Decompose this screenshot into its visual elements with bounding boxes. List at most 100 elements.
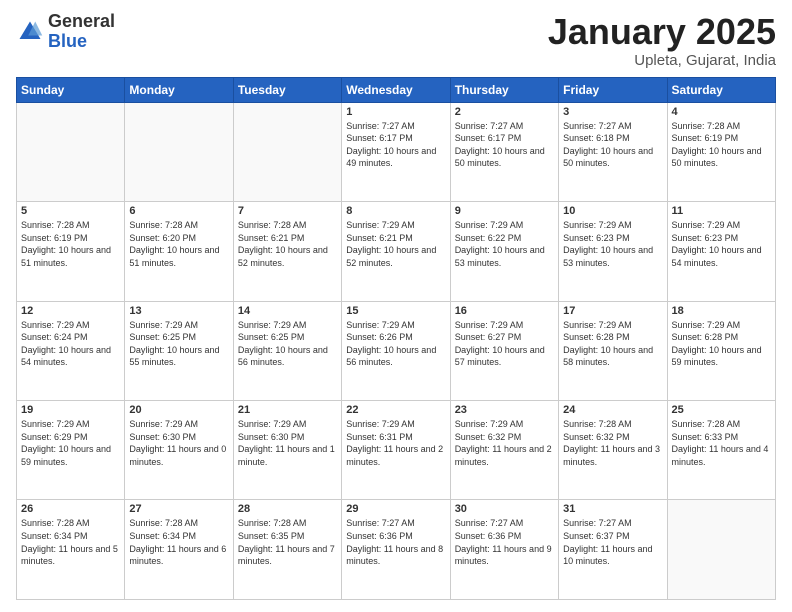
day-number: 17 (563, 305, 662, 317)
calendar-cell-1-0: 5 Sunrise: 7:28 AM Sunset: 6:19 PM Daylig… (17, 202, 125, 301)
day-number: 29 (346, 503, 445, 515)
day-info: Sunrise: 7:29 AM Sunset: 6:26 PM Dayligh… (346, 319, 445, 369)
logo-icon (16, 18, 44, 46)
calendar-cell-0-5: 3 Sunrise: 7:27 AM Sunset: 6:18 PM Daylig… (559, 102, 667, 201)
day-info: Sunrise: 7:29 AM Sunset: 6:23 PM Dayligh… (563, 219, 662, 269)
day-number: 28 (238, 503, 337, 515)
header-friday: Friday (559, 77, 667, 102)
day-info: Sunrise: 7:28 AM Sunset: 6:19 PM Dayligh… (21, 219, 120, 269)
day-number: 23 (455, 404, 554, 416)
day-info: Sunrise: 7:27 AM Sunset: 6:36 PM Dayligh… (346, 517, 445, 567)
day-info: Sunrise: 7:29 AM Sunset: 6:29 PM Dayligh… (21, 418, 120, 468)
calendar-cell-1-5: 10Sunrise: 7:29 AM Sunset: 6:23 PM Dayli… (559, 202, 667, 301)
title-location: Upleta, Gujarat, India (548, 52, 776, 69)
calendar-cell-4-0: 26 Sunrise: 7:28 AM Sunset: 6:34 PM Dayli… (17, 500, 125, 600)
header-monday: Monday (125, 77, 233, 102)
calendar-cell-3-3: 22Sunrise: 7:29 AM Sunset: 6:31 PM Dayli… (342, 401, 450, 500)
calendar-cell-4-1: 27Sunrise: 7:28 AM Sunset: 6:34 PM Dayli… (125, 500, 233, 600)
day-number: 20 (129, 404, 228, 416)
calendar-cell-3-2: 21Sunrise: 7:29 AM Sunset: 6:30 PM Dayli… (233, 401, 341, 500)
calendar-cell-2-2: 14Sunrise: 7:29 AM Sunset: 6:25 PM Dayli… (233, 301, 341, 400)
day-number: 11 (672, 205, 771, 217)
calendar-cell-2-4: 16 Sunrise: 7:29 AM Sunset: 6:27 PM Dayli… (450, 301, 558, 400)
day-number: 6 (129, 205, 228, 217)
title-month: January 2025 (548, 12, 776, 52)
week-row-1: 5 Sunrise: 7:28 AM Sunset: 6:19 PM Daylig… (17, 202, 776, 301)
calendar-cell-2-3: 15 Sunrise: 7:29 AM Sunset: 6:26 PM Dayli… (342, 301, 450, 400)
calendar-header-row: Sunday Monday Tuesday Wednesday Thursday… (17, 77, 776, 102)
calendar-cell-2-5: 17 Sunrise: 7:29 AM Sunset: 6:28 PM Dayli… (559, 301, 667, 400)
week-row-2: 12 Sunrise: 7:29 AM Sunset: 6:24 PM Dayli… (17, 301, 776, 400)
day-info: Sunrise: 7:28 AM Sunset: 6:33 PM Dayligh… (672, 418, 771, 468)
week-row-0: 1 Sunrise: 7:27 AM Sunset: 6:17 PM Daylig… (17, 102, 776, 201)
calendar-cell-2-0: 12 Sunrise: 7:29 AM Sunset: 6:24 PM Dayli… (17, 301, 125, 400)
header-wednesday: Wednesday (342, 77, 450, 102)
day-number: 25 (672, 404, 771, 416)
day-number: 12 (21, 305, 120, 317)
day-info: Sunrise: 7:29 AM Sunset: 6:24 PM Dayligh… (21, 319, 120, 369)
day-info: Sunrise: 7:29 AM Sunset: 6:28 PM Dayligh… (563, 319, 662, 369)
day-info: Sunrise: 7:28 AM Sunset: 6:32 PM Dayligh… (563, 418, 662, 468)
calendar-cell-1-3: 8Sunrise: 7:29 AM Sunset: 6:21 PM Daylig… (342, 202, 450, 301)
logo-blue-text: Blue (48, 32, 115, 52)
calendar-cell-0-6: 4 Sunrise: 7:28 AM Sunset: 6:19 PM Daylig… (667, 102, 775, 201)
day-number: 9 (455, 205, 554, 217)
day-info: Sunrise: 7:28 AM Sunset: 6:20 PM Dayligh… (129, 219, 228, 269)
header-sunday: Sunday (17, 77, 125, 102)
calendar-cell-4-3: 29 Sunrise: 7:27 AM Sunset: 6:36 PM Dayli… (342, 500, 450, 600)
day-number: 26 (21, 503, 120, 515)
week-row-3: 19 Sunrise: 7:29 AM Sunset: 6:29 PM Dayli… (17, 401, 776, 500)
day-number: 1 (346, 106, 445, 118)
header-saturday: Saturday (667, 77, 775, 102)
day-info: Sunrise: 7:27 AM Sunset: 6:37 PM Dayligh… (563, 517, 662, 567)
day-number: 4 (672, 106, 771, 118)
calendar-cell-3-4: 23 Sunrise: 7:29 AM Sunset: 6:32 PM Dayli… (450, 401, 558, 500)
day-info: Sunrise: 7:27 AM Sunset: 6:18 PM Dayligh… (563, 120, 662, 170)
day-number: 24 (563, 404, 662, 416)
calendar-table: Sunday Monday Tuesday Wednesday Thursday… (16, 77, 776, 600)
day-info: Sunrise: 7:28 AM Sunset: 6:34 PM Dayligh… (129, 517, 228, 567)
logo-text: General Blue (48, 12, 115, 52)
day-info: Sunrise: 7:29 AM Sunset: 6:30 PM Dayligh… (129, 418, 228, 468)
day-info: Sunrise: 7:28 AM Sunset: 6:19 PM Dayligh… (672, 120, 771, 170)
day-info: Sunrise: 7:29 AM Sunset: 6:22 PM Dayligh… (455, 219, 554, 269)
calendar-cell-3-0: 19 Sunrise: 7:29 AM Sunset: 6:29 PM Dayli… (17, 401, 125, 500)
calendar-cell-1-1: 6 Sunrise: 7:28 AM Sunset: 6:20 PM Daylig… (125, 202, 233, 301)
calendar-cell-2-6: 18 Sunrise: 7:29 AM Sunset: 6:28 PM Dayli… (667, 301, 775, 400)
day-info: Sunrise: 7:29 AM Sunset: 6:23 PM Dayligh… (672, 219, 771, 269)
calendar-cell-3-5: 24 Sunrise: 7:28 AM Sunset: 6:32 PM Dayli… (559, 401, 667, 500)
calendar-cell-1-4: 9 Sunrise: 7:29 AM Sunset: 6:22 PM Daylig… (450, 202, 558, 301)
day-number: 18 (672, 305, 771, 317)
calendar-cell-0-0 (17, 102, 125, 201)
day-number: 21 (238, 404, 337, 416)
day-info: Sunrise: 7:28 AM Sunset: 6:34 PM Dayligh… (21, 517, 120, 567)
calendar-cell-0-4: 2Sunrise: 7:27 AM Sunset: 6:17 PM Daylig… (450, 102, 558, 201)
week-row-4: 26 Sunrise: 7:28 AM Sunset: 6:34 PM Dayli… (17, 500, 776, 600)
day-info: Sunrise: 7:29 AM Sunset: 6:21 PM Dayligh… (346, 219, 445, 269)
calendar-cell-3-6: 25 Sunrise: 7:28 AM Sunset: 6:33 PM Dayli… (667, 401, 775, 500)
day-info: Sunrise: 7:27 AM Sunset: 6:17 PM Dayligh… (455, 120, 554, 170)
day-number: 16 (455, 305, 554, 317)
day-number: 7 (238, 205, 337, 217)
calendar-cell-4-6 (667, 500, 775, 600)
page: General Blue January 2025 Upleta, Gujara… (0, 0, 792, 612)
day-number: 3 (563, 106, 662, 118)
day-number: 13 (129, 305, 228, 317)
day-info: Sunrise: 7:29 AM Sunset: 6:25 PM Dayligh… (129, 319, 228, 369)
calendar-cell-4-2: 28Sunrise: 7:28 AM Sunset: 6:35 PM Dayli… (233, 500, 341, 600)
title-block: January 2025 Upleta, Gujarat, India (548, 12, 776, 69)
day-number: 30 (455, 503, 554, 515)
day-number: 15 (346, 305, 445, 317)
day-info: Sunrise: 7:27 AM Sunset: 6:17 PM Dayligh… (346, 120, 445, 170)
calendar-cell-1-6: 11 Sunrise: 7:29 AM Sunset: 6:23 PM Dayli… (667, 202, 775, 301)
day-info: Sunrise: 7:29 AM Sunset: 6:27 PM Dayligh… (455, 319, 554, 369)
day-info: Sunrise: 7:29 AM Sunset: 6:28 PM Dayligh… (672, 319, 771, 369)
day-number: 31 (563, 503, 662, 515)
calendar-cell-2-1: 13 Sunrise: 7:29 AM Sunset: 6:25 PM Dayli… (125, 301, 233, 400)
day-number: 19 (21, 404, 120, 416)
calendar-cell-0-3: 1 Sunrise: 7:27 AM Sunset: 6:17 PM Daylig… (342, 102, 450, 201)
day-info: Sunrise: 7:29 AM Sunset: 6:31 PM Dayligh… (346, 418, 445, 468)
header-tuesday: Tuesday (233, 77, 341, 102)
day-info: Sunrise: 7:29 AM Sunset: 6:32 PM Dayligh… (455, 418, 554, 468)
day-number: 5 (21, 205, 120, 217)
